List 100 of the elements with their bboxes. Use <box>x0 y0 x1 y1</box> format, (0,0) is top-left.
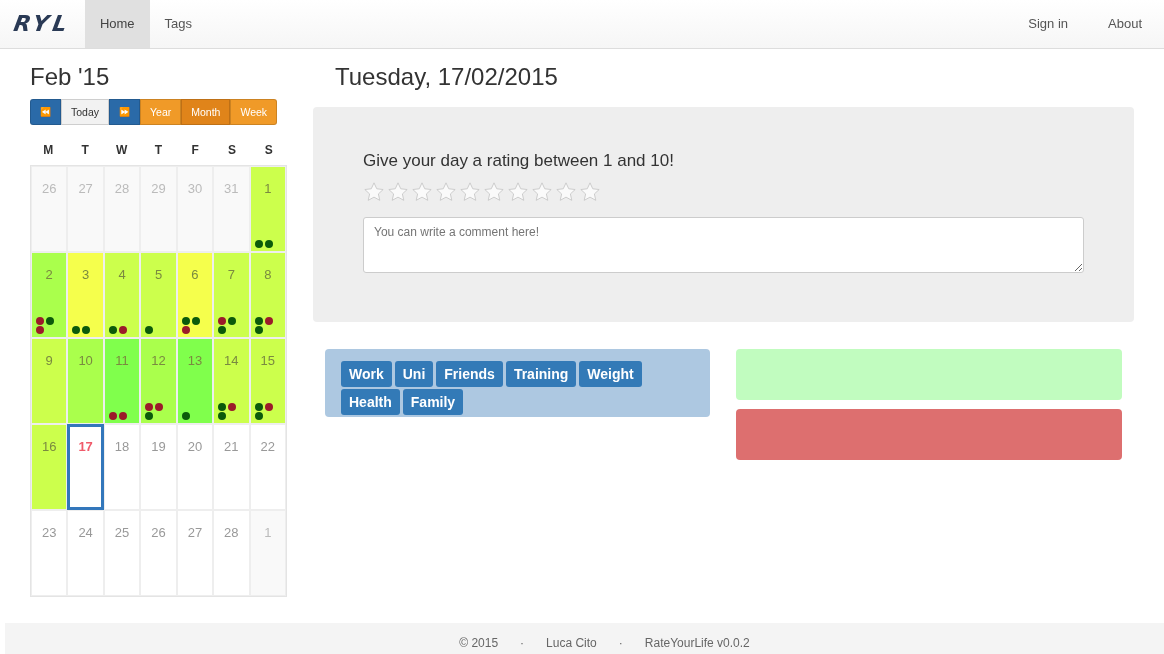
day-cell[interactable]: 31 <box>213 165 250 252</box>
star-icon[interactable] <box>387 180 409 203</box>
day-cell[interactable]: 13 <box>176 337 214 424</box>
tag-label[interactable]: Family <box>402 388 464 415</box>
weekday-label: S <box>226 142 237 159</box>
tag-label[interactable]: Weight <box>579 360 642 387</box>
day-number: 4 <box>118 266 126 282</box>
day-cell[interactable]: 26 <box>140 509 177 596</box>
day-cell[interactable]: 1 <box>249 509 286 596</box>
day-cell[interactable]: 28 <box>103 165 141 252</box>
footer-text: © 2015 <box>459 636 499 650</box>
day-cell[interactable]: 1 <box>249 165 286 252</box>
view-button[interactable]: Year <box>140 98 182 125</box>
day-cell[interactable]: 4 <box>103 251 141 338</box>
day-number: 6 <box>191 266 199 282</box>
day-number: 9 <box>45 352 53 368</box>
day-cell[interactable]: 7 <box>213 251 250 338</box>
star-icon[interactable] <box>507 180 529 203</box>
tag-label[interactable]: Health <box>341 388 400 415</box>
weekday-label: T <box>80 142 90 159</box>
day-cell[interactable]: 8 <box>249 251 286 338</box>
day-number: 21 <box>224 438 239 454</box>
day-number: 14 <box>224 352 239 368</box>
tag-label[interactable]: Training <box>505 360 577 387</box>
today-button[interactable]: Today <box>61 98 110 125</box>
day-number: 26 <box>41 180 57 196</box>
view-button[interactable]: Week <box>230 98 278 125</box>
star-icon[interactable] <box>579 180 601 203</box>
day-cell[interactable]: 19 <box>140 423 177 510</box>
footer-text: Luca Cito <box>546 636 597 650</box>
nav-tab[interactable]: Tags <box>149 0 208 48</box>
day-cell[interactable]: 28 <box>213 509 250 596</box>
star-icon[interactable] <box>483 180 505 203</box>
day-cell[interactable]: 26 <box>31 165 68 252</box>
day-cell[interactable]: 18 <box>103 423 141 510</box>
day-cell[interactable]: 12 <box>140 337 177 424</box>
day-number: 23 <box>41 524 57 540</box>
star-icon[interactable] <box>459 180 481 203</box>
weekday-label: S <box>263 142 274 159</box>
day-number: 11 <box>115 352 129 368</box>
previous-button[interactable]: ⏪ <box>30 98 61 125</box>
day-cell[interactable]: 22 <box>249 423 286 510</box>
day-number: 22 <box>260 438 275 454</box>
day-number: 27 <box>78 180 93 196</box>
day-cell[interactable]: 27 <box>67 165 104 252</box>
day-cell[interactable]: 2 <box>31 251 68 338</box>
tag-label[interactable]: Friends <box>436 360 503 387</box>
day-cell[interactable]: 27 <box>176 509 214 596</box>
weekday-label: W <box>115 142 129 159</box>
day-cell[interactable]: 14 <box>213 337 250 424</box>
day-number: 10 <box>78 352 93 368</box>
weekday-label: F <box>190 142 200 159</box>
star-icon[interactable] <box>435 180 457 203</box>
day-number: 3 <box>82 266 90 282</box>
star-icon[interactable] <box>555 180 577 203</box>
star-icon[interactable] <box>363 180 385 203</box>
day-number: 15 <box>260 352 275 368</box>
day-number: 1 <box>264 524 272 540</box>
day-cell[interactable]: 15 <box>249 337 286 424</box>
day-cell[interactable]: 29 <box>140 165 177 252</box>
footer-text: RateYourLife v0.0.2 <box>644 636 750 650</box>
day-cell[interactable]: 17 <box>67 423 104 510</box>
day-cell[interactable]: 23 <box>31 509 68 596</box>
day-cell[interactable]: 16 <box>31 423 68 510</box>
day-number: 24 <box>78 524 93 540</box>
nav-tab[interactable]: Home <box>84 0 150 48</box>
day-cell[interactable]: 20 <box>176 423 214 510</box>
day-number: 28 <box>114 180 130 196</box>
day-cell[interactable]: 24 <box>67 509 104 596</box>
day-number: 17 <box>78 438 93 454</box>
nav-link[interactable]: Sign in <box>998 0 1078 48</box>
weekday-label: M <box>42 142 55 159</box>
comment-field[interactable]: You can write a comment here! <box>363 216 1084 273</box>
day-cell[interactable]: 9 <box>31 337 68 424</box>
day-cell[interactable]: 25 <box>103 509 141 596</box>
day-number: 12 <box>151 352 166 368</box>
day-number: 20 <box>187 438 203 454</box>
star-icon[interactable] <box>531 180 553 203</box>
next-button[interactable]: ⏩ <box>109 98 141 125</box>
day-number: 19 <box>151 438 166 454</box>
day-number: 29 <box>151 180 166 196</box>
day-number: 25 <box>114 524 130 540</box>
view-button[interactable]: Month <box>181 98 231 125</box>
star-icon[interactable] <box>411 180 433 203</box>
day-number: 2 <box>45 266 53 282</box>
day-number: 27 <box>187 524 203 540</box>
tag-label[interactable]: Uni <box>394 360 434 387</box>
day-cell[interactable]: 11 <box>103 337 141 424</box>
day-number: 18 <box>114 438 130 454</box>
logo[interactable]: RYL <box>11 11 74 37</box>
day-cell[interactable]: 21 <box>213 423 250 510</box>
day-number: 26 <box>151 524 166 540</box>
day-cell[interactable]: 3 <box>67 251 104 338</box>
day-cell[interactable]: 6 <box>176 251 214 338</box>
tag-label[interactable]: Work <box>341 360 392 387</box>
day-cell[interactable]: 30 <box>176 165 214 252</box>
day-cell[interactable]: 10 <box>67 337 104 424</box>
day-number: 1 <box>264 180 272 196</box>
day-cell[interactable]: 5 <box>140 251 177 338</box>
nav-link[interactable]: About <box>1078 0 1152 48</box>
